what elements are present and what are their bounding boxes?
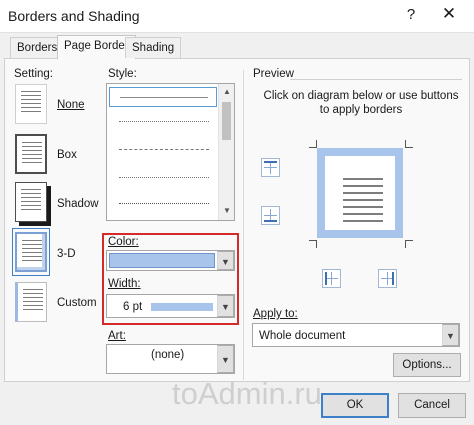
corner-mark xyxy=(309,140,317,148)
top-border-button[interactable] xyxy=(261,158,280,177)
art-value: (none) xyxy=(151,349,185,361)
setting-3d-label[interactable]: 3-D xyxy=(57,248,76,260)
preview-label: Preview xyxy=(253,68,294,80)
apply-to-value: Whole document xyxy=(259,330,346,342)
custom-setting-icon[interactable] xyxy=(15,282,47,322)
width-value: 6 pt xyxy=(123,301,143,313)
chevron-down-icon[interactable]: ▼ xyxy=(442,324,459,346)
options-button[interactable]: Options... xyxy=(393,353,461,377)
chevron-down-icon[interactable]: ▼ xyxy=(217,295,234,317)
watermark-text: toAdmin.ru xyxy=(172,376,322,411)
chevron-down-icon[interactable]: ▼ xyxy=(217,251,234,270)
corner-mark xyxy=(405,140,413,148)
width-dropdown[interactable]: 6 pt ▼ xyxy=(106,294,235,318)
style-scrollbar[interactable]: ▲ ▼ xyxy=(218,84,234,220)
tab-shading[interactable]: Shading xyxy=(125,37,182,58)
art-label: Art: xyxy=(108,330,126,342)
preview-rule xyxy=(290,79,462,80)
section-divider xyxy=(243,70,244,380)
shadow-setting-icon[interactable] xyxy=(15,182,47,222)
corner-mark xyxy=(405,240,413,248)
title-bar: Borders and Shading ? ✕ xyxy=(0,0,474,33)
preview-page xyxy=(325,156,395,230)
art-dropdown[interactable]: (none) ▼ xyxy=(106,344,235,374)
help-button[interactable]: ? xyxy=(402,6,420,23)
corner-mark xyxy=(309,240,317,248)
preview-diagram[interactable] xyxy=(317,148,403,238)
setting-label: Setting: xyxy=(14,68,53,80)
color-swatch xyxy=(109,253,215,268)
style-item-dashed[interactable] xyxy=(109,140,217,160)
left-border-button[interactable] xyxy=(322,269,341,288)
style-item-dense-dotted[interactable] xyxy=(109,194,217,214)
scroll-down-icon[interactable]: ▼ xyxy=(222,206,232,215)
style-item-solid[interactable] xyxy=(109,87,217,107)
right-border-button[interactable] xyxy=(378,269,397,288)
color-label: Color: xyxy=(108,236,139,248)
ok-button[interactable]: OK xyxy=(321,393,389,418)
style-item-dotted[interactable] xyxy=(109,112,217,132)
style-list[interactable]: ▲ ▼ xyxy=(106,83,235,221)
style-item-dash-dot[interactable] xyxy=(109,168,217,188)
setting-none-label[interactable]: None xyxy=(57,99,85,111)
cancel-button[interactable]: Cancel xyxy=(398,393,466,418)
color-dropdown[interactable]: ▼ xyxy=(106,250,235,271)
setting-custom-label[interactable]: Custom xyxy=(57,297,97,309)
width-label: Width: xyxy=(108,278,141,290)
close-button[interactable]: ✕ xyxy=(438,4,460,24)
box-setting-icon[interactable] xyxy=(15,134,47,174)
scroll-up-icon[interactable]: ▲ xyxy=(222,87,232,96)
apply-to-label: Apply to: xyxy=(253,308,298,320)
preview-instructions: Click on diagram below or use buttons to… xyxy=(263,90,459,116)
dialog-title: Borders and Shading xyxy=(8,8,140,24)
style-label: Style: xyxy=(108,68,137,80)
chevron-down-icon[interactable]: ▼ xyxy=(217,345,234,373)
apply-to-dropdown[interactable]: Whole document ▼ xyxy=(252,323,460,347)
scroll-thumb[interactable] xyxy=(222,102,231,140)
setting-shadow-label[interactable]: Shadow xyxy=(57,198,99,210)
setting-box-label[interactable]: Box xyxy=(57,149,77,161)
width-sample xyxy=(151,303,213,311)
3d-setting-icon[interactable] xyxy=(15,232,47,272)
tab-page-border[interactable]: Page Border xyxy=(57,35,136,59)
bottom-border-button[interactable] xyxy=(261,206,280,225)
none-setting-icon[interactable] xyxy=(15,84,47,124)
